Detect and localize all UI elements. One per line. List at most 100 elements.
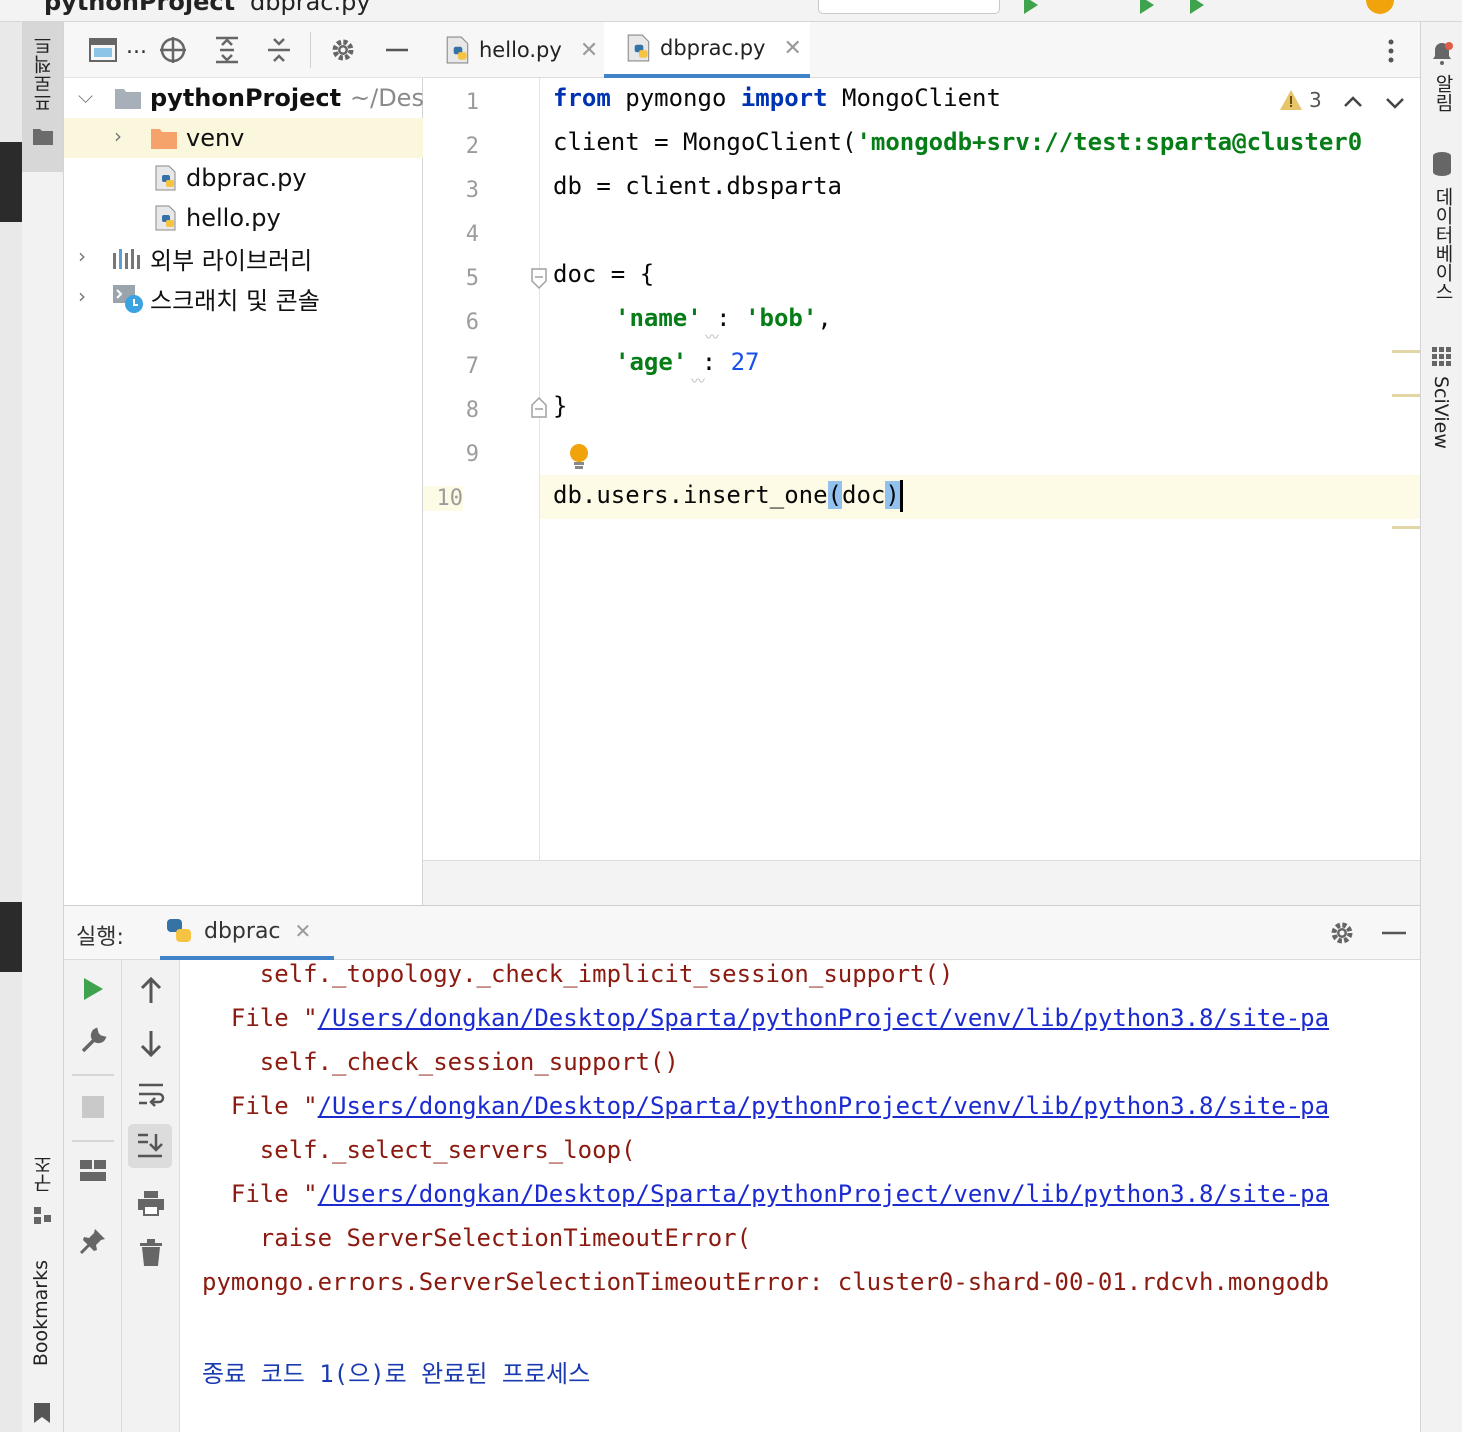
run-config-selector[interactable]	[818, 0, 1000, 14]
fold-icon[interactable]	[529, 268, 549, 290]
toolbar-divider	[310, 32, 311, 68]
python-icon	[167, 919, 191, 942]
minimize-icon[interactable]	[1380, 919, 1408, 947]
inspection-widget[interactable]: 3	[1279, 88, 1322, 112]
sciview-tool-button[interactable]: SciView	[1421, 342, 1462, 462]
close-icon[interactable]: ✕	[580, 38, 598, 63]
database-tool-button[interactable]: 데이터베이스	[1421, 147, 1462, 312]
tree-item-scratches[interactable]: › 스크래치 및 콘솔	[64, 278, 423, 318]
bookmarks-tool-button[interactable]: Bookmarks	[22, 1260, 63, 1430]
tree-item-label: 스크래치 및 콘솔	[150, 286, 320, 315]
tab-hello[interactable]: hello.py ✕	[423, 22, 603, 78]
python-file-icon	[155, 205, 176, 231]
line-number: 9	[465, 442, 479, 467]
stop-icon[interactable]	[78, 1092, 108, 1122]
structure-icon	[34, 1207, 51, 1224]
more-tabs-icon[interactable]	[1385, 38, 1397, 64]
python-file-icon	[155, 165, 176, 191]
tree-item-project-root[interactable]: ⌵ pythonProject ~/Des	[64, 78, 423, 118]
scroll-to-end-button[interactable]	[128, 1124, 172, 1168]
file-link[interactable]: /Users/dongkan/Desktop/Sparta/pythonProj…	[318, 1004, 1329, 1032]
tree-item-hello[interactable]: hello.py	[64, 198, 423, 238]
project-tool-label: 프로젝트	[33, 36, 55, 112]
notifications-tool-button[interactable]: 알림	[1421, 34, 1462, 134]
soft-wrap-icon[interactable]	[136, 1080, 166, 1110]
wrench-icon[interactable]	[78, 1026, 108, 1056]
tree-item-label: 외부 라이브러리	[150, 246, 313, 275]
code-line-5[interactable]: doc = {	[553, 260, 654, 288]
line-number: 6	[465, 310, 479, 335]
pin-icon[interactable]	[78, 1226, 108, 1256]
run-label: 실행:	[76, 925, 124, 950]
code-line-1[interactable]: from pymongo import MongoClient	[553, 84, 1001, 112]
scroll-marker[interactable]	[1392, 350, 1420, 353]
code-line-7[interactable]: 'age' : 27	[615, 348, 760, 376]
run-icon[interactable]	[1024, 0, 1038, 14]
structure-tool-label: 구조	[33, 1155, 55, 1193]
coverage-icon[interactable]	[1190, 0, 1204, 14]
title-bar: pythonProject dbprac.py	[0, 0, 1462, 22]
trash-icon[interactable]	[136, 1238, 166, 1268]
update-icon[interactable]	[1366, 0, 1394, 14]
tree-item-label: pythonProject	[150, 84, 342, 112]
view-mode-icon[interactable]	[88, 36, 118, 64]
editor-bottom-strip	[423, 860, 1420, 905]
project-path: ~/Des	[350, 84, 423, 112]
expand-all-icon[interactable]	[212, 36, 242, 64]
run-toolbar-primary	[64, 960, 122, 1432]
gear-icon[interactable]	[328, 36, 358, 64]
lightbulb-icon[interactable]	[567, 442, 591, 472]
debug-icon[interactable]	[1140, 0, 1154, 14]
close-icon[interactable]: ✕	[295, 919, 312, 943]
file-link[interactable]: /Users/dongkan/Desktop/Sparta/pythonProj…	[318, 1092, 1329, 1120]
chevron-down-icon[interactable]: ⌵	[78, 84, 93, 108]
locate-icon[interactable]	[158, 36, 188, 64]
layout-icon[interactable]	[78, 1156, 108, 1186]
code-line-6[interactable]: 'name' : 'bob',	[615, 304, 832, 332]
scroll-marker[interactable]	[1392, 394, 1420, 397]
code-line-8[interactable]: }	[553, 392, 567, 420]
structure-tool-button[interactable]: 구조	[22, 1147, 63, 1257]
tree-item-dbprac[interactable]: dbprac.py	[64, 158, 423, 198]
breadcrumb-project[interactable]: pythonProject	[44, 0, 235, 16]
folder-icon	[33, 129, 53, 145]
breadcrumb-file[interactable]: dbprac.py	[250, 0, 371, 16]
background-window-edge	[0, 22, 22, 1432]
console-output[interactable]: self._topology._check_implicit_session_s…	[180, 960, 1420, 1432]
editor-tabbar: hello.py ✕ dbprac.py ✕	[423, 22, 1420, 78]
chevron-down-icon[interactable]	[1385, 96, 1405, 110]
run-tab-dbprac[interactable]: dbprac ✕	[160, 906, 334, 960]
chevron-right-icon[interactable]: ›	[78, 244, 86, 268]
minimize-icon[interactable]	[382, 36, 412, 64]
code-line-2[interactable]: client = MongoClient('mongodb+srv://test…	[553, 128, 1420, 156]
chevron-up-icon[interactable]	[1343, 94, 1363, 108]
run-header: 실행: dbprac ✕	[64, 906, 1420, 960]
tree-item-external-libraries[interactable]: › 외부 라이브러리	[64, 238, 423, 278]
code-line-10[interactable]: db.users.insert_one(doc)	[553, 480, 903, 512]
close-icon[interactable]: ✕	[783, 36, 801, 61]
gear-icon[interactable]	[1328, 919, 1356, 947]
library-icon	[113, 249, 140, 269]
file-link[interactable]: /Users/dongkan/Desktop/Sparta/pythonProj…	[318, 1180, 1329, 1208]
view-mode-dropdown[interactable]: ...	[126, 34, 147, 59]
print-icon[interactable]	[136, 1188, 166, 1218]
tab-dbprac[interactable]: dbprac.py ✕	[604, 22, 810, 78]
code-line-3[interactable]: db = client.dbsparta	[553, 172, 842, 200]
chevron-right-icon[interactable]: ›	[114, 124, 122, 148]
chevron-right-icon[interactable]: ›	[78, 284, 86, 308]
tab-label: dbprac.py	[660, 36, 766, 60]
scroll-marker[interactable]	[1392, 526, 1420, 529]
tree-item-venv[interactable]: › venv	[64, 118, 423, 158]
collapse-all-icon[interactable]	[264, 36, 294, 64]
arrow-up-icon[interactable]	[136, 976, 166, 1006]
fold-icon[interactable]	[529, 396, 549, 418]
line-gutter: 1 2 3 4 5 6 7 8 9 10	[423, 78, 588, 860]
python-file-icon	[446, 36, 469, 64]
run-panel: 실행: dbprac ✕ self._topology._check_impli…	[64, 905, 1420, 1432]
arrow-down-icon[interactable]	[136, 1028, 166, 1058]
line-number: 7	[465, 354, 479, 379]
rerun-icon[interactable]	[78, 974, 108, 1004]
project-tool-button[interactable]: 프로젝트	[22, 22, 63, 172]
folder-icon	[115, 89, 141, 109]
console-line: raise ServerSelectionTimeoutError(	[259, 1224, 752, 1252]
